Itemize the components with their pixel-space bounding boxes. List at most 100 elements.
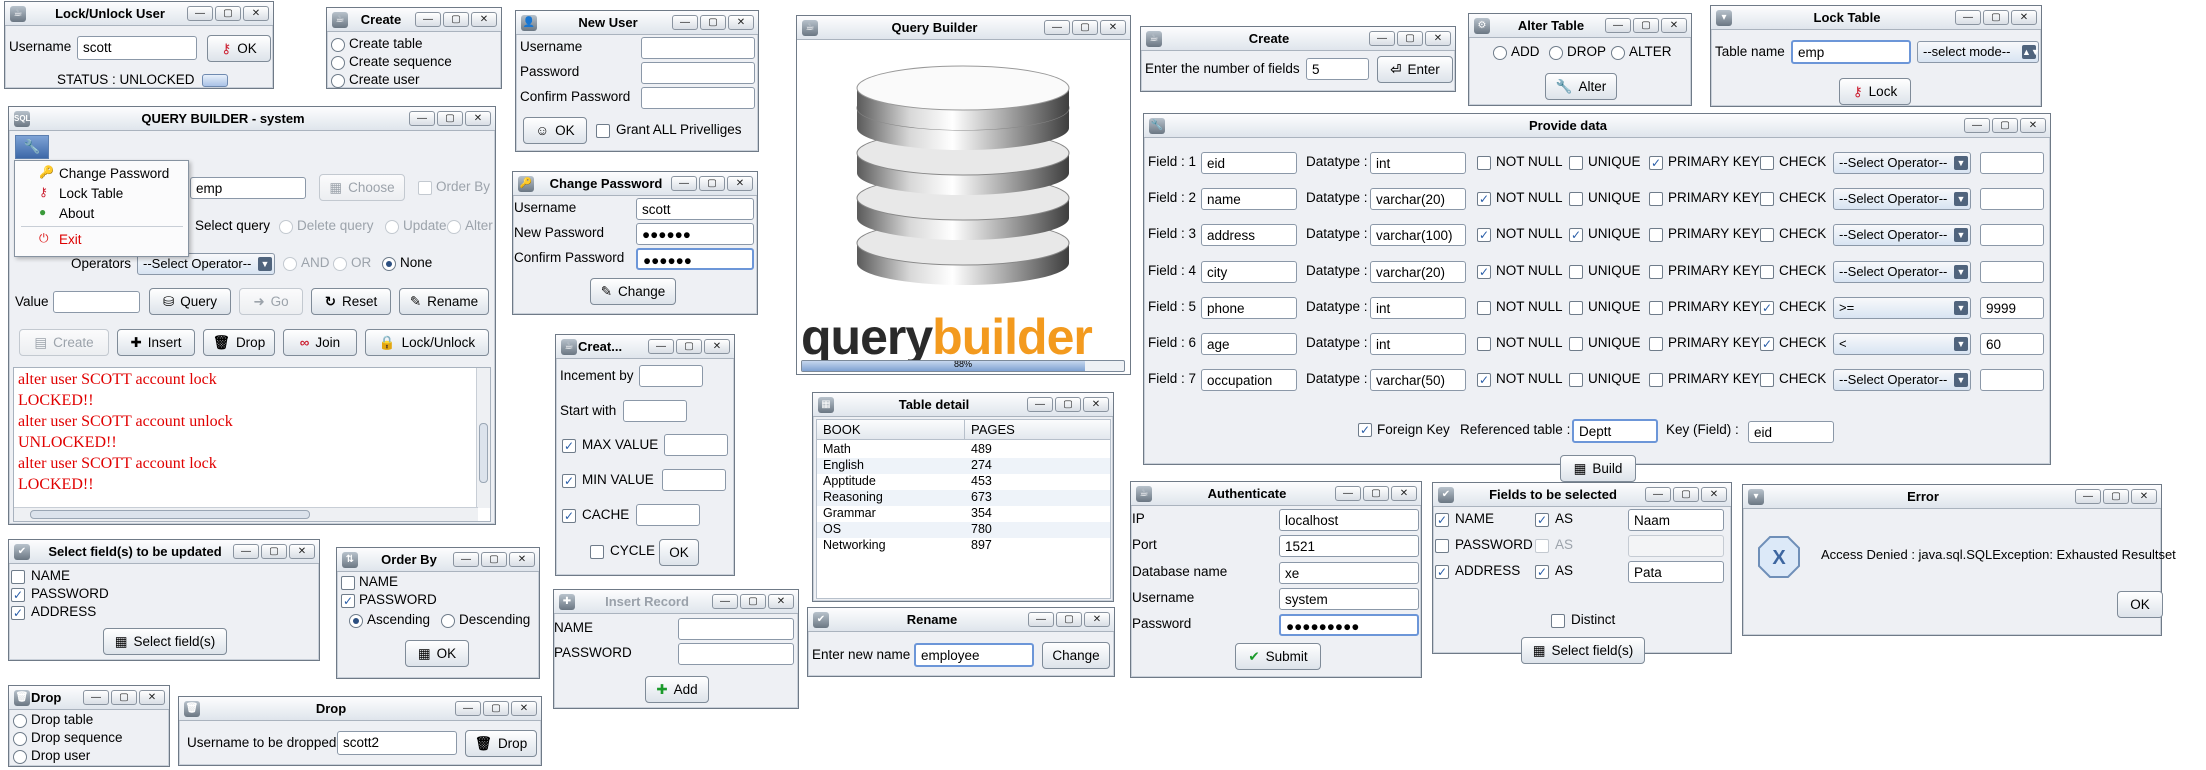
minimize-button[interactable]: — (453, 552, 479, 567)
join-button[interactable]: ∞ Join (283, 329, 357, 356)
maximize-button[interactable]: ▢ (2103, 489, 2129, 504)
unique-checkbox[interactable] (1569, 192, 1583, 207)
as-checkbox[interactable]: ✓ (1535, 513, 1549, 527)
title-bar[interactable]: ✔ Fields to be selected — ▢ ✕ (1433, 483, 1731, 507)
title-bar[interactable]: ▾ Lock Table — ▢ ✕ (1711, 6, 2041, 30)
table-cell-pages[interactable]: 780 (971, 522, 992, 536)
delete-query-radio[interactable] (279, 220, 293, 234)
vertical-scrollbar[interactable] (476, 368, 490, 508)
close-button[interactable]: ✕ (1701, 487, 1727, 502)
title-bar[interactable]: ☕ Authenticate — ▢ ✕ (1131, 482, 1421, 506)
table-cell-pages[interactable]: 897 (971, 538, 992, 552)
datatype-input[interactable]: int (1370, 296, 1466, 319)
maximize-button[interactable]: ▢ (699, 176, 725, 191)
or-radio[interactable] (333, 257, 347, 271)
check-checkbox[interactable] (1760, 192, 1774, 207)
add-button[interactable]: ✚ Add (645, 676, 709, 703)
lock-unlock-button[interactable]: 🔒 Lock/Unlock (365, 329, 489, 356)
check-value-input[interactable] (1980, 224, 2044, 247)
alter-radio[interactable] (447, 220, 461, 234)
log-area[interactable]: alter user SCOTT account lock LOCKED!! a… (13, 367, 491, 522)
minimize-button[interactable]: — (1645, 487, 1671, 502)
not-null-checkbox[interactable]: ✓ (1477, 373, 1491, 388)
maximize-button[interactable]: ▢ (483, 701, 509, 716)
title-bar[interactable]: 🗑 Drop — ▢ ✕ (179, 697, 541, 721)
foreign-key-checkbox[interactable]: ✓ (1358, 423, 1372, 437)
datatype-input[interactable]: int (1370, 152, 1466, 174)
maximize-button[interactable]: ▢ (481, 552, 507, 567)
change-button[interactable]: ✎ Change (590, 278, 676, 305)
alter-button[interactable]: 🔧 Alter (1545, 73, 1617, 100)
min-value-checkbox[interactable]: ✓ (562, 474, 576, 488)
datatype-input[interactable]: varchar(20) (1370, 188, 1466, 211)
confirm-password-field[interactable] (641, 87, 755, 109)
table-field[interactable]: emp (190, 177, 306, 199)
close-button[interactable]: ✕ (2011, 10, 2037, 25)
alias-input[interactable]: Naam (1628, 509, 1724, 531)
go-button[interactable]: ➜ Go (239, 288, 303, 315)
column-header-pages[interactable]: PAGES (971, 422, 1015, 437)
check-checkbox[interactable] (1760, 373, 1774, 388)
not-null-checkbox[interactable]: ✓ (1477, 228, 1491, 243)
password-checkbox[interactable]: ✓ (11, 588, 25, 602)
unique-checkbox[interactable] (1569, 264, 1583, 279)
close-button[interactable]: ✕ (1425, 31, 1451, 46)
close-button[interactable]: ✕ (704, 339, 730, 354)
table-cell-pages[interactable]: 354 (971, 506, 992, 520)
title-bar[interactable]: ✔ Select field(s) to be updated — ▢ ✕ (9, 540, 319, 564)
new-name-field[interactable]: employee (914, 643, 1034, 667)
title-bar[interactable]: ✔ Rename — ▢ ✕ (808, 608, 1114, 632)
close-button[interactable]: ✕ (1083, 397, 1109, 412)
alias-input[interactable] (1628, 535, 1724, 557)
title-bar[interactable]: ☕ Create — ▢ ✕ (1141, 27, 1455, 51)
maximize-button[interactable]: ▢ (1072, 20, 1098, 35)
ok-button[interactable]: OK (2117, 591, 2163, 618)
key-field-field[interactable]: eid (1748, 421, 1834, 443)
title-bar[interactable]: ☕ Create — ▢ ✕ (327, 8, 501, 32)
reset-button[interactable]: ↻ Reset (311, 288, 391, 315)
primary-key-checkbox[interactable] (1649, 373, 1663, 388)
maximize-button[interactable]: ▢ (1983, 10, 2009, 25)
check-value-input[interactable] (1980, 260, 2044, 283)
close-button[interactable]: ✕ (1084, 612, 1110, 627)
confirm-password-field[interactable]: ●●●●●● (636, 248, 754, 270)
choose-button[interactable]: ▦ Choose (319, 174, 405, 201)
table-cell-pages[interactable]: 489 (971, 442, 992, 456)
start-with-field[interactable] (623, 400, 687, 422)
check-value-input[interactable] (1980, 369, 2044, 392)
password-field[interactable] (641, 62, 755, 84)
alias-input[interactable]: Pata (1628, 561, 1724, 583)
new-password-field[interactable]: ●●●●●● (636, 223, 754, 245)
not-null-checkbox[interactable] (1477, 337, 1491, 351)
field-name-input[interactable]: city (1201, 260, 1297, 283)
menu-item-change-password[interactable]: Change Password (59, 166, 169, 181)
port-field[interactable]: 1521 (1279, 535, 1419, 557)
minimize-button[interactable]: — (409, 111, 435, 126)
rename-button[interactable]: ✎ Rename (399, 288, 489, 315)
menu-item-lock-table[interactable]: Lock Table (59, 186, 123, 201)
primary-key-checkbox[interactable]: ✓ (1649, 156, 1663, 170)
maximize-button[interactable]: ▢ (1397, 31, 1423, 46)
field-name-input[interactable]: eid (1201, 152, 1297, 174)
not-null-checkbox[interactable] (1477, 300, 1491, 315)
maximize-button[interactable]: ▢ (111, 690, 137, 705)
close-button[interactable]: ✕ (1391, 486, 1417, 501)
primary-key-checkbox[interactable] (1649, 264, 1663, 279)
distinct-checkbox[interactable] (1551, 614, 1565, 628)
title-bar[interactable]: 🔧 Provide data — ▢ ✕ (1144, 114, 2050, 138)
ok-button[interactable]: OK (659, 539, 699, 566)
minimize-button[interactable]: — (712, 594, 738, 609)
not-null-checkbox[interactable]: ✓ (1477, 192, 1491, 207)
minimize-button[interactable]: — (1028, 612, 1054, 627)
check-checkbox[interactable]: ✓ (1760, 337, 1774, 351)
minimize-button[interactable]: — (1605, 18, 1631, 33)
close-button[interactable]: ✕ (2131, 489, 2157, 504)
lock-button[interactable]: ⚷ Lock (1839, 78, 1911, 105)
ok-button[interactable]: ☺ OK (523, 117, 587, 144)
maximize-button[interactable]: ▢ (1363, 486, 1389, 501)
check-value-input[interactable]: 9999 (1980, 296, 2044, 319)
not-null-checkbox[interactable]: ✓ (1477, 264, 1491, 279)
drop-table-radio[interactable] (13, 714, 27, 728)
primary-key-checkbox[interactable] (1649, 192, 1663, 207)
datatype-input[interactable]: varchar(100) (1370, 224, 1466, 247)
